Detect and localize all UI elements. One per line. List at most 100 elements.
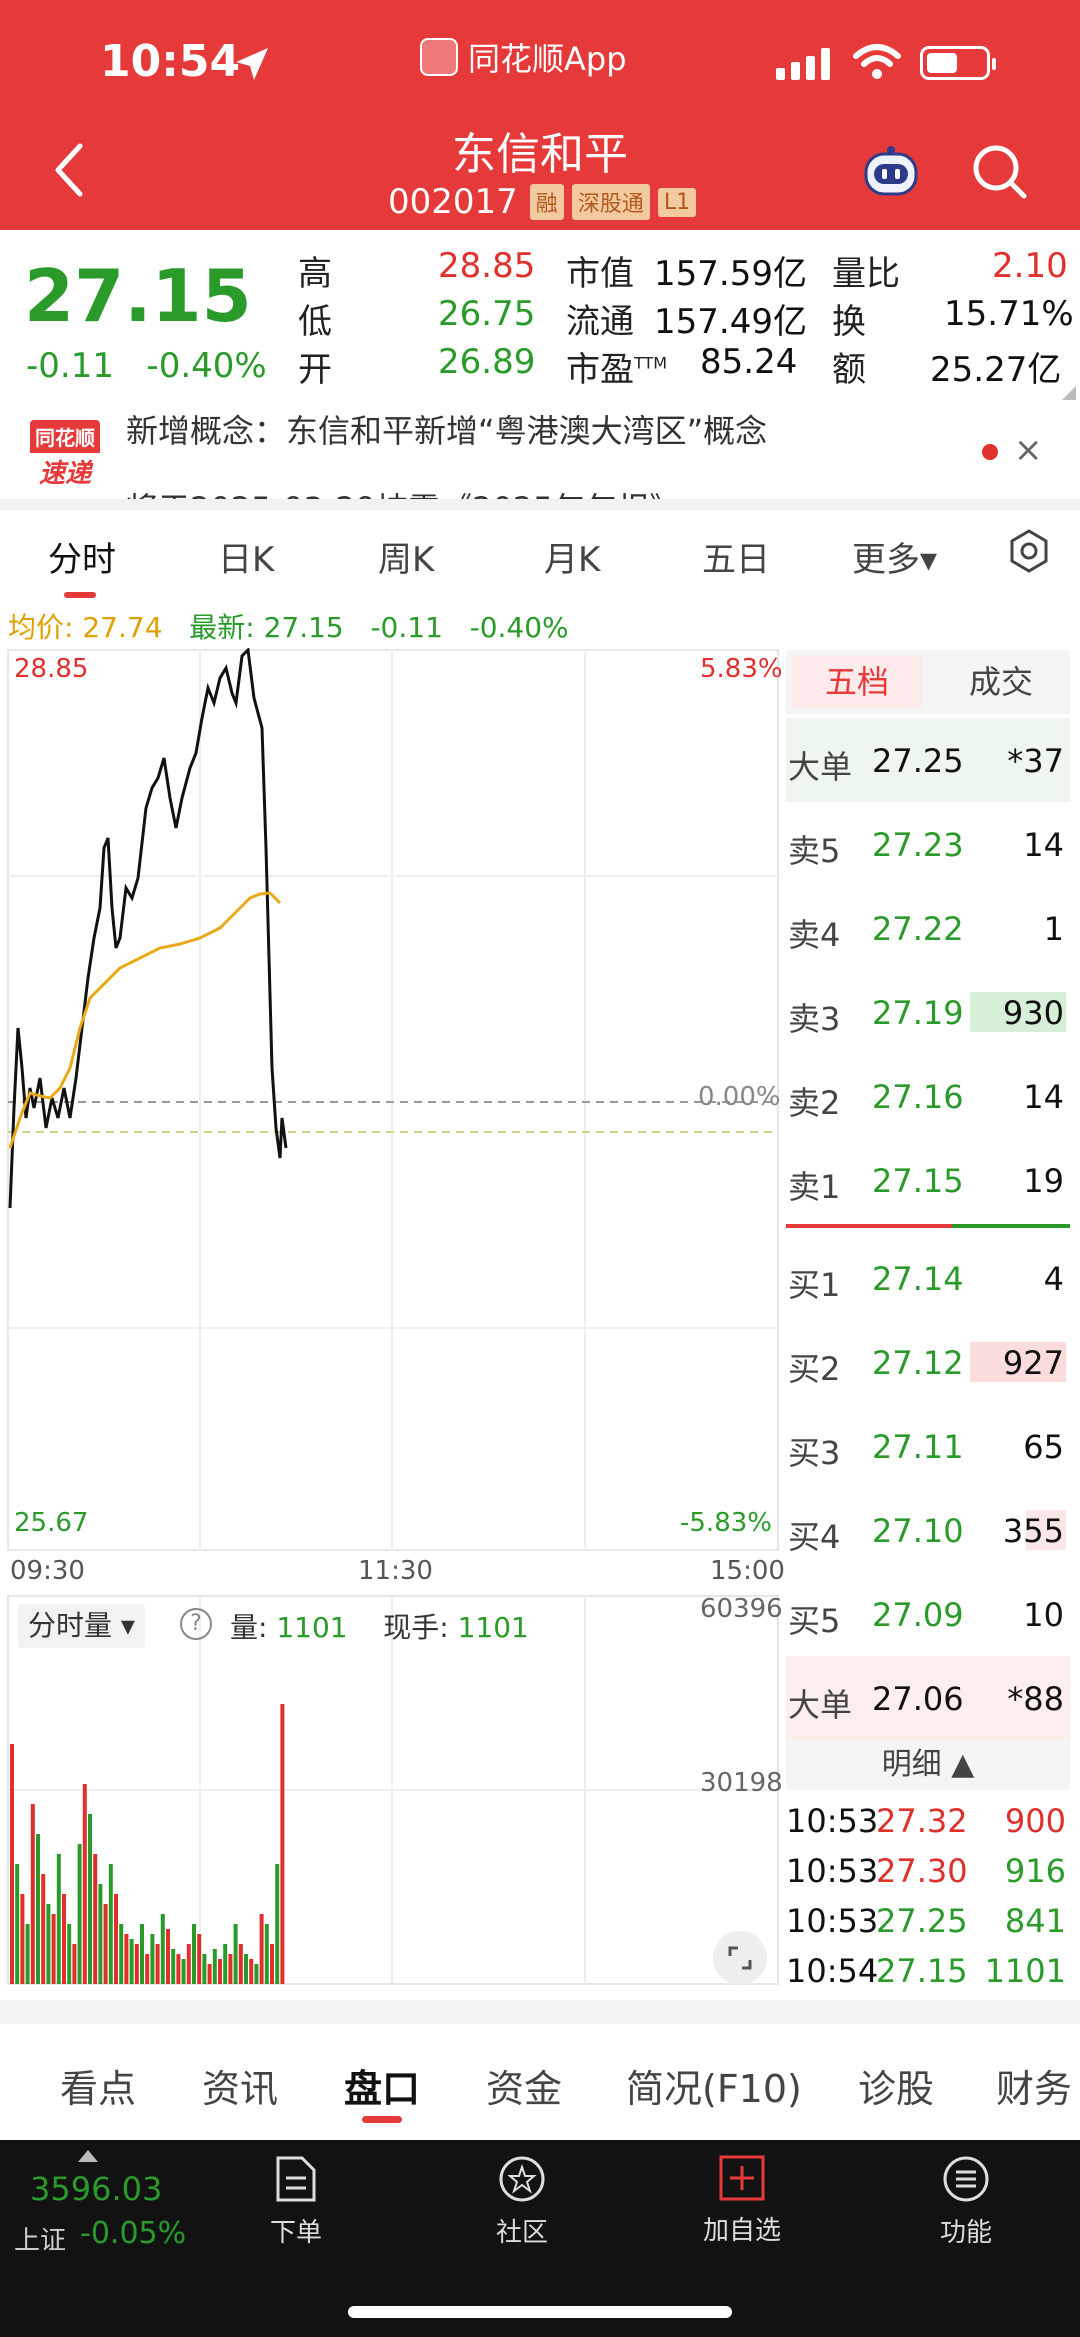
tab-profile-f10[interactable]: 简况(F10) bbox=[626, 2058, 802, 2113]
bid-row-1[interactable]: 买1 27.14 4 bbox=[786, 1236, 1070, 1320]
tick-row: 10:53 27.32 900 bbox=[786, 1796, 1070, 1846]
search-icon[interactable] bbox=[970, 142, 1030, 202]
volume-bar bbox=[270, 1944, 274, 1984]
chart-settings-icon[interactable] bbox=[1006, 528, 1052, 574]
tab-daily-k[interactable]: 日K bbox=[218, 532, 274, 581]
ask-row-2[interactable]: 卖2 27.16 14 bbox=[786, 1054, 1070, 1138]
avg-price-row: 均价: 27.74 最新: 27.15 -0.11 -0.40% bbox=[8, 606, 569, 646]
latest-percent: -0.40% bbox=[469, 611, 569, 644]
ask-row-1[interactable]: 卖1 27.15 19 bbox=[786, 1138, 1070, 1222]
tab-weekly-k[interactable]: 周K bbox=[378, 532, 434, 581]
bid-row-3[interactable]: 买3 27.11 65 bbox=[786, 1404, 1070, 1488]
nav-functions[interactable]: 功能 bbox=[896, 2154, 1036, 2249]
volume-indicator-selector[interactable]: 分时量 ▾ bbox=[18, 1604, 145, 1648]
tick-vol: 1101 bbox=[984, 1952, 1066, 1990]
x-label-close: 15:00 bbox=[710, 1556, 785, 1586]
tick-vol: 916 bbox=[1004, 1852, 1066, 1890]
avg-label: 均价: bbox=[8, 611, 74, 644]
volume-bar bbox=[30, 1804, 35, 1984]
tab-five-levels[interactable]: 五档 bbox=[792, 656, 922, 708]
tab-diagnosis[interactable]: 诊股 bbox=[858, 2058, 934, 2113]
tab-highlights[interactable]: 看点 bbox=[60, 2058, 136, 2113]
tab-monthly-k[interactable]: 月K bbox=[544, 532, 600, 581]
intraday-chart[interactable] bbox=[0, 648, 786, 2000]
volume-ratio-value: 2.10 bbox=[992, 246, 1068, 286]
pe-ttm-sup: TTM bbox=[634, 353, 668, 373]
bid-row-2[interactable]: 买2 27.12 927 bbox=[786, 1320, 1070, 1404]
bid-vol: 4 bbox=[1043, 1260, 1064, 1298]
ask-price: 27.16 bbox=[872, 1078, 964, 1116]
volume-bar bbox=[181, 1959, 186, 1984]
bid-vol: 355 bbox=[1002, 1512, 1064, 1550]
volume-bar bbox=[129, 1939, 134, 1984]
nav-order-label: 下单 bbox=[269, 2218, 322, 2248]
latest-label: 最新: bbox=[189, 611, 255, 644]
ask-label: 卖4 bbox=[788, 916, 841, 954]
bid-row-5[interactable]: 买5 27.09 10 bbox=[786, 1572, 1070, 1656]
avg-value: 27.74 bbox=[82, 611, 163, 644]
bid-vol: 927 bbox=[1002, 1344, 1064, 1382]
tag-connect: 深股通 bbox=[571, 184, 650, 220]
volume-bar bbox=[46, 1904, 51, 1984]
news-close-button[interactable]: × bbox=[1014, 430, 1043, 470]
help-icon[interactable]: ? bbox=[180, 1608, 212, 1640]
change-percent: -0.40% bbox=[146, 346, 267, 386]
battery-icon bbox=[920, 46, 996, 80]
big-buy-row[interactable]: 大单 27.06 *88 bbox=[786, 1656, 1070, 1740]
nav-order[interactable]: 下单 bbox=[226, 2154, 366, 2249]
index-change: -0.05% bbox=[80, 2216, 187, 2251]
bid-label: 买5 bbox=[788, 1602, 841, 1640]
home-indicator[interactable] bbox=[348, 2306, 732, 2318]
divider bbox=[0, 500, 1080, 510]
robot-assistant-icon[interactable] bbox=[858, 144, 924, 200]
tab-order-book[interactable]: 盘口 bbox=[344, 2058, 420, 2113]
ask-vol: 14 bbox=[1023, 1078, 1064, 1116]
tab-more[interactable]: 更多▾ bbox=[852, 532, 937, 581]
nav-add-watchlist[interactable]: 加自选 bbox=[672, 2154, 812, 2247]
pct-min-label: -5.83% bbox=[680, 1508, 772, 1538]
ask-row-4[interactable]: 卖4 27.22 1 bbox=[786, 886, 1070, 970]
ask-vol: 1 bbox=[1043, 910, 1064, 948]
tab-five-day[interactable]: 五日 bbox=[702, 532, 770, 581]
nav-functions-label: 功能 bbox=[939, 2218, 992, 2248]
volume-bar bbox=[223, 1944, 228, 1984]
tick-time: 10:53 bbox=[786, 1902, 879, 1940]
pe-label: 市盈TTM bbox=[566, 342, 667, 391]
volume-bar bbox=[254, 1964, 259, 1984]
turnover-label: 换 bbox=[832, 302, 866, 342]
nav-community[interactable]: 社区 bbox=[452, 2154, 592, 2249]
amount-value: 25.27亿 bbox=[930, 350, 1062, 390]
index-expand-icon[interactable] bbox=[78, 2150, 98, 2162]
hand-value: 1101 bbox=[457, 1611, 529, 1644]
tab-finance[interactable]: 财务 bbox=[996, 2058, 1072, 2113]
volume-bar bbox=[108, 1864, 113, 1984]
big-sell-row[interactable]: 大单 27.25 *37 bbox=[786, 718, 1070, 802]
expand-corner-icon[interactable] bbox=[1062, 386, 1076, 400]
community-star-icon bbox=[499, 2156, 545, 2202]
location-arrow-icon bbox=[236, 48, 268, 80]
open-label: 开 bbox=[298, 350, 332, 390]
volume-bar bbox=[134, 1944, 139, 1984]
order-book-tabs: 五档 成交 bbox=[786, 650, 1070, 714]
app-name-pill: 同花顺App bbox=[420, 34, 627, 80]
status-time: 10:54 bbox=[100, 36, 241, 87]
tab-funds[interactable]: 资金 bbox=[486, 2058, 562, 2113]
ask-row-5[interactable]: 卖5 27.23 14 bbox=[786, 802, 1070, 886]
volume-bar bbox=[192, 1924, 196, 1984]
tab-deals[interactable]: 成交 bbox=[936, 656, 1066, 708]
fullscreen-icon[interactable] bbox=[712, 1930, 768, 1986]
tab-intraday[interactable]: 分时 bbox=[48, 532, 116, 581]
volume-bar bbox=[145, 1954, 150, 1984]
volume-bar bbox=[212, 1949, 217, 1984]
bid-label: 买3 bbox=[788, 1434, 841, 1472]
tab-news[interactable]: 资讯 bbox=[202, 2058, 278, 2113]
tick-price: 27.25 bbox=[876, 1902, 968, 1940]
news-ticker[interactable]: 同花顺 速递 新增概念：东信和平新增“粤港澳大湾区”概念 将于2025-03-2… bbox=[0, 404, 1080, 500]
ask-row-3[interactable]: 卖3 27.19 930 bbox=[786, 970, 1070, 1054]
bid-row-4[interactable]: 买4 27.10 355 bbox=[786, 1488, 1070, 1572]
volume-ratio-label: 量比 bbox=[832, 254, 900, 294]
detail-toggle[interactable]: 明细 ▲ bbox=[786, 1740, 1070, 1790]
bid-price: 27.10 bbox=[872, 1512, 964, 1550]
app-header: 10:54 同花顺App 东信和平 002017 融 深股通 L1 bbox=[0, 0, 1080, 230]
index-value[interactable]: 3596.03 bbox=[30, 2170, 162, 2208]
